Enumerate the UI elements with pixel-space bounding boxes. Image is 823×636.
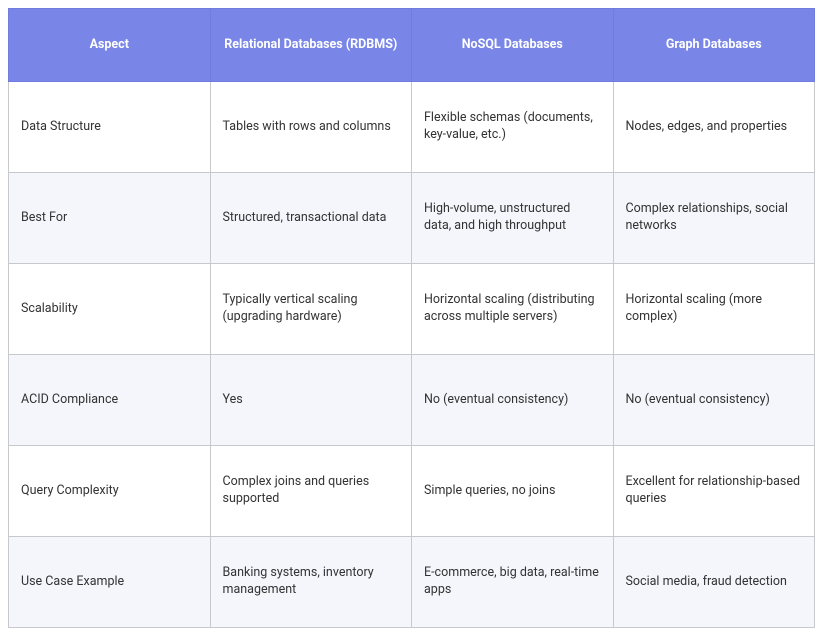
cell-graph: Excellent for relationship-based queries (613, 446, 815, 537)
table-row: Use Case Example Banking systems, invent… (9, 537, 815, 628)
column-header-rdbms: Relational Databases (RDBMS) (210, 9, 412, 82)
column-header-graph: Graph Databases (613, 9, 815, 82)
cell-nosql: E-commerce, big data, real-time apps (412, 537, 614, 628)
cell-nosql: No (eventual consistency) (412, 355, 614, 446)
cell-aspect: Use Case Example (9, 537, 211, 628)
cell-rdbms: Complex joins and queries supported (210, 446, 412, 537)
cell-aspect: Query Complexity (9, 446, 211, 537)
table-row: Query Complexity Complex joins and queri… (9, 446, 815, 537)
cell-rdbms: Structured, transactional data (210, 173, 412, 264)
column-header-nosql: NoSQL Databases (412, 9, 614, 82)
cell-aspect: Scalability (9, 264, 211, 355)
cell-nosql: Flexible schemas (documents, key-value, … (412, 82, 614, 173)
cell-graph: Nodes, edges, and properties (613, 82, 815, 173)
cell-rdbms: Yes (210, 355, 412, 446)
cell-nosql: Simple queries, no joins (412, 446, 614, 537)
cell-nosql: High-volume, unstructured data, and high… (412, 173, 614, 264)
cell-aspect: Data Structure (9, 82, 211, 173)
cell-nosql: Horizontal scaling (distributing across … (412, 264, 614, 355)
cell-rdbms: Tables with rows and columns (210, 82, 412, 173)
cell-rdbms: Typically vertical scaling (upgrading ha… (210, 264, 412, 355)
table-header-row: Aspect Relational Databases (RDBMS) NoSQ… (9, 9, 815, 82)
cell-graph: Horizontal scaling (more complex) (613, 264, 815, 355)
table-row: Scalability Typically vertical scaling (… (9, 264, 815, 355)
column-header-aspect: Aspect (9, 9, 211, 82)
cell-rdbms: Banking systems, inventory management (210, 537, 412, 628)
cell-aspect: Best For (9, 173, 211, 264)
cell-aspect: ACID Compliance (9, 355, 211, 446)
table-row: ACID Compliance Yes No (eventual consist… (9, 355, 815, 446)
table-row: Data Structure Tables with rows and colu… (9, 82, 815, 173)
cell-graph: Complex relationships, social networks (613, 173, 815, 264)
database-comparison-table: Aspect Relational Databases (RDBMS) NoSQ… (8, 8, 815, 628)
cell-graph: Social media, fraud detection (613, 537, 815, 628)
cell-graph: No (eventual consistency) (613, 355, 815, 446)
table-row: Best For Structured, transactional data … (9, 173, 815, 264)
